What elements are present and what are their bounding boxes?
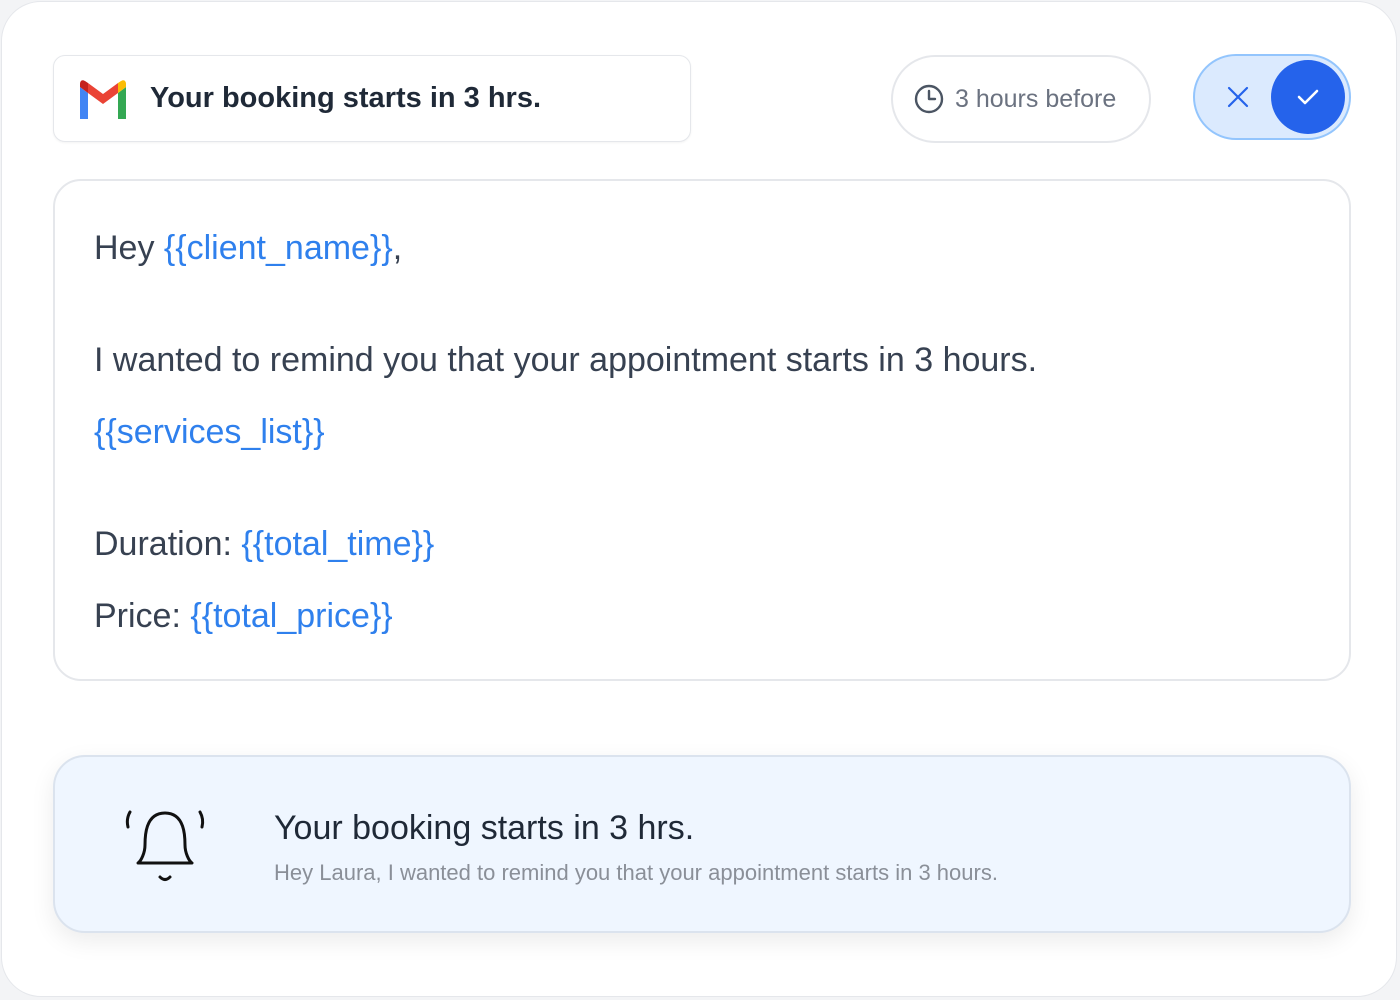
timing-selector[interactable]: 3 hours before bbox=[891, 55, 1151, 143]
greeting-text: Hey bbox=[94, 229, 164, 267]
gmail-icon bbox=[80, 79, 126, 119]
duration-label: Duration: bbox=[94, 525, 242, 563]
reminder-card: Your booking starts in 3 hrs. 3 hours be… bbox=[1, 1, 1397, 997]
services-list-variable[interactable]: {{services_list}} bbox=[94, 413, 325, 452]
notification-text: Hey Laura, I wanted to remind you that y… bbox=[274, 860, 998, 885]
reminder-line: I wanted to remind you that your appoint… bbox=[94, 341, 1038, 379]
total-time-variable[interactable]: {{total_time}} bbox=[241, 525, 434, 563]
timing-label: 3 hours before bbox=[955, 84, 1117, 113]
greeting-line: Hey {{client_name}}, bbox=[94, 229, 402, 268]
bell-icon bbox=[125, 810, 205, 881]
email-subject-text: Your booking starts in 3 hrs. bbox=[150, 82, 542, 114]
price-line: Price: {{total_price}} bbox=[94, 597, 393, 636]
clock-icon bbox=[914, 84, 944, 114]
toggle-knob[interactable] bbox=[1271, 60, 1345, 134]
greeting-comma: , bbox=[392, 229, 403, 267]
enable-toggle[interactable] bbox=[1193, 54, 1351, 140]
duration-line: Duration: {{total_time}} bbox=[94, 525, 434, 564]
total-price-variable[interactable]: {{total_price}} bbox=[190, 597, 392, 635]
check-icon bbox=[1297, 89, 1319, 105]
price-label: Price: bbox=[94, 597, 191, 635]
client-name-variable[interactable]: {{client_name}} bbox=[164, 229, 393, 267]
message-body-editor[interactable]: Hey {{client_name}}, I wanted to remind … bbox=[53, 179, 1351, 681]
notification-title: Your booking starts in 3 hrs. bbox=[274, 809, 695, 847]
x-icon bbox=[1227, 86, 1249, 108]
notification-preview: Your booking starts in 3 hrs. Hey Laura,… bbox=[53, 755, 1351, 933]
email-subject-field[interactable]: Your booking starts in 3 hrs. bbox=[53, 55, 691, 142]
